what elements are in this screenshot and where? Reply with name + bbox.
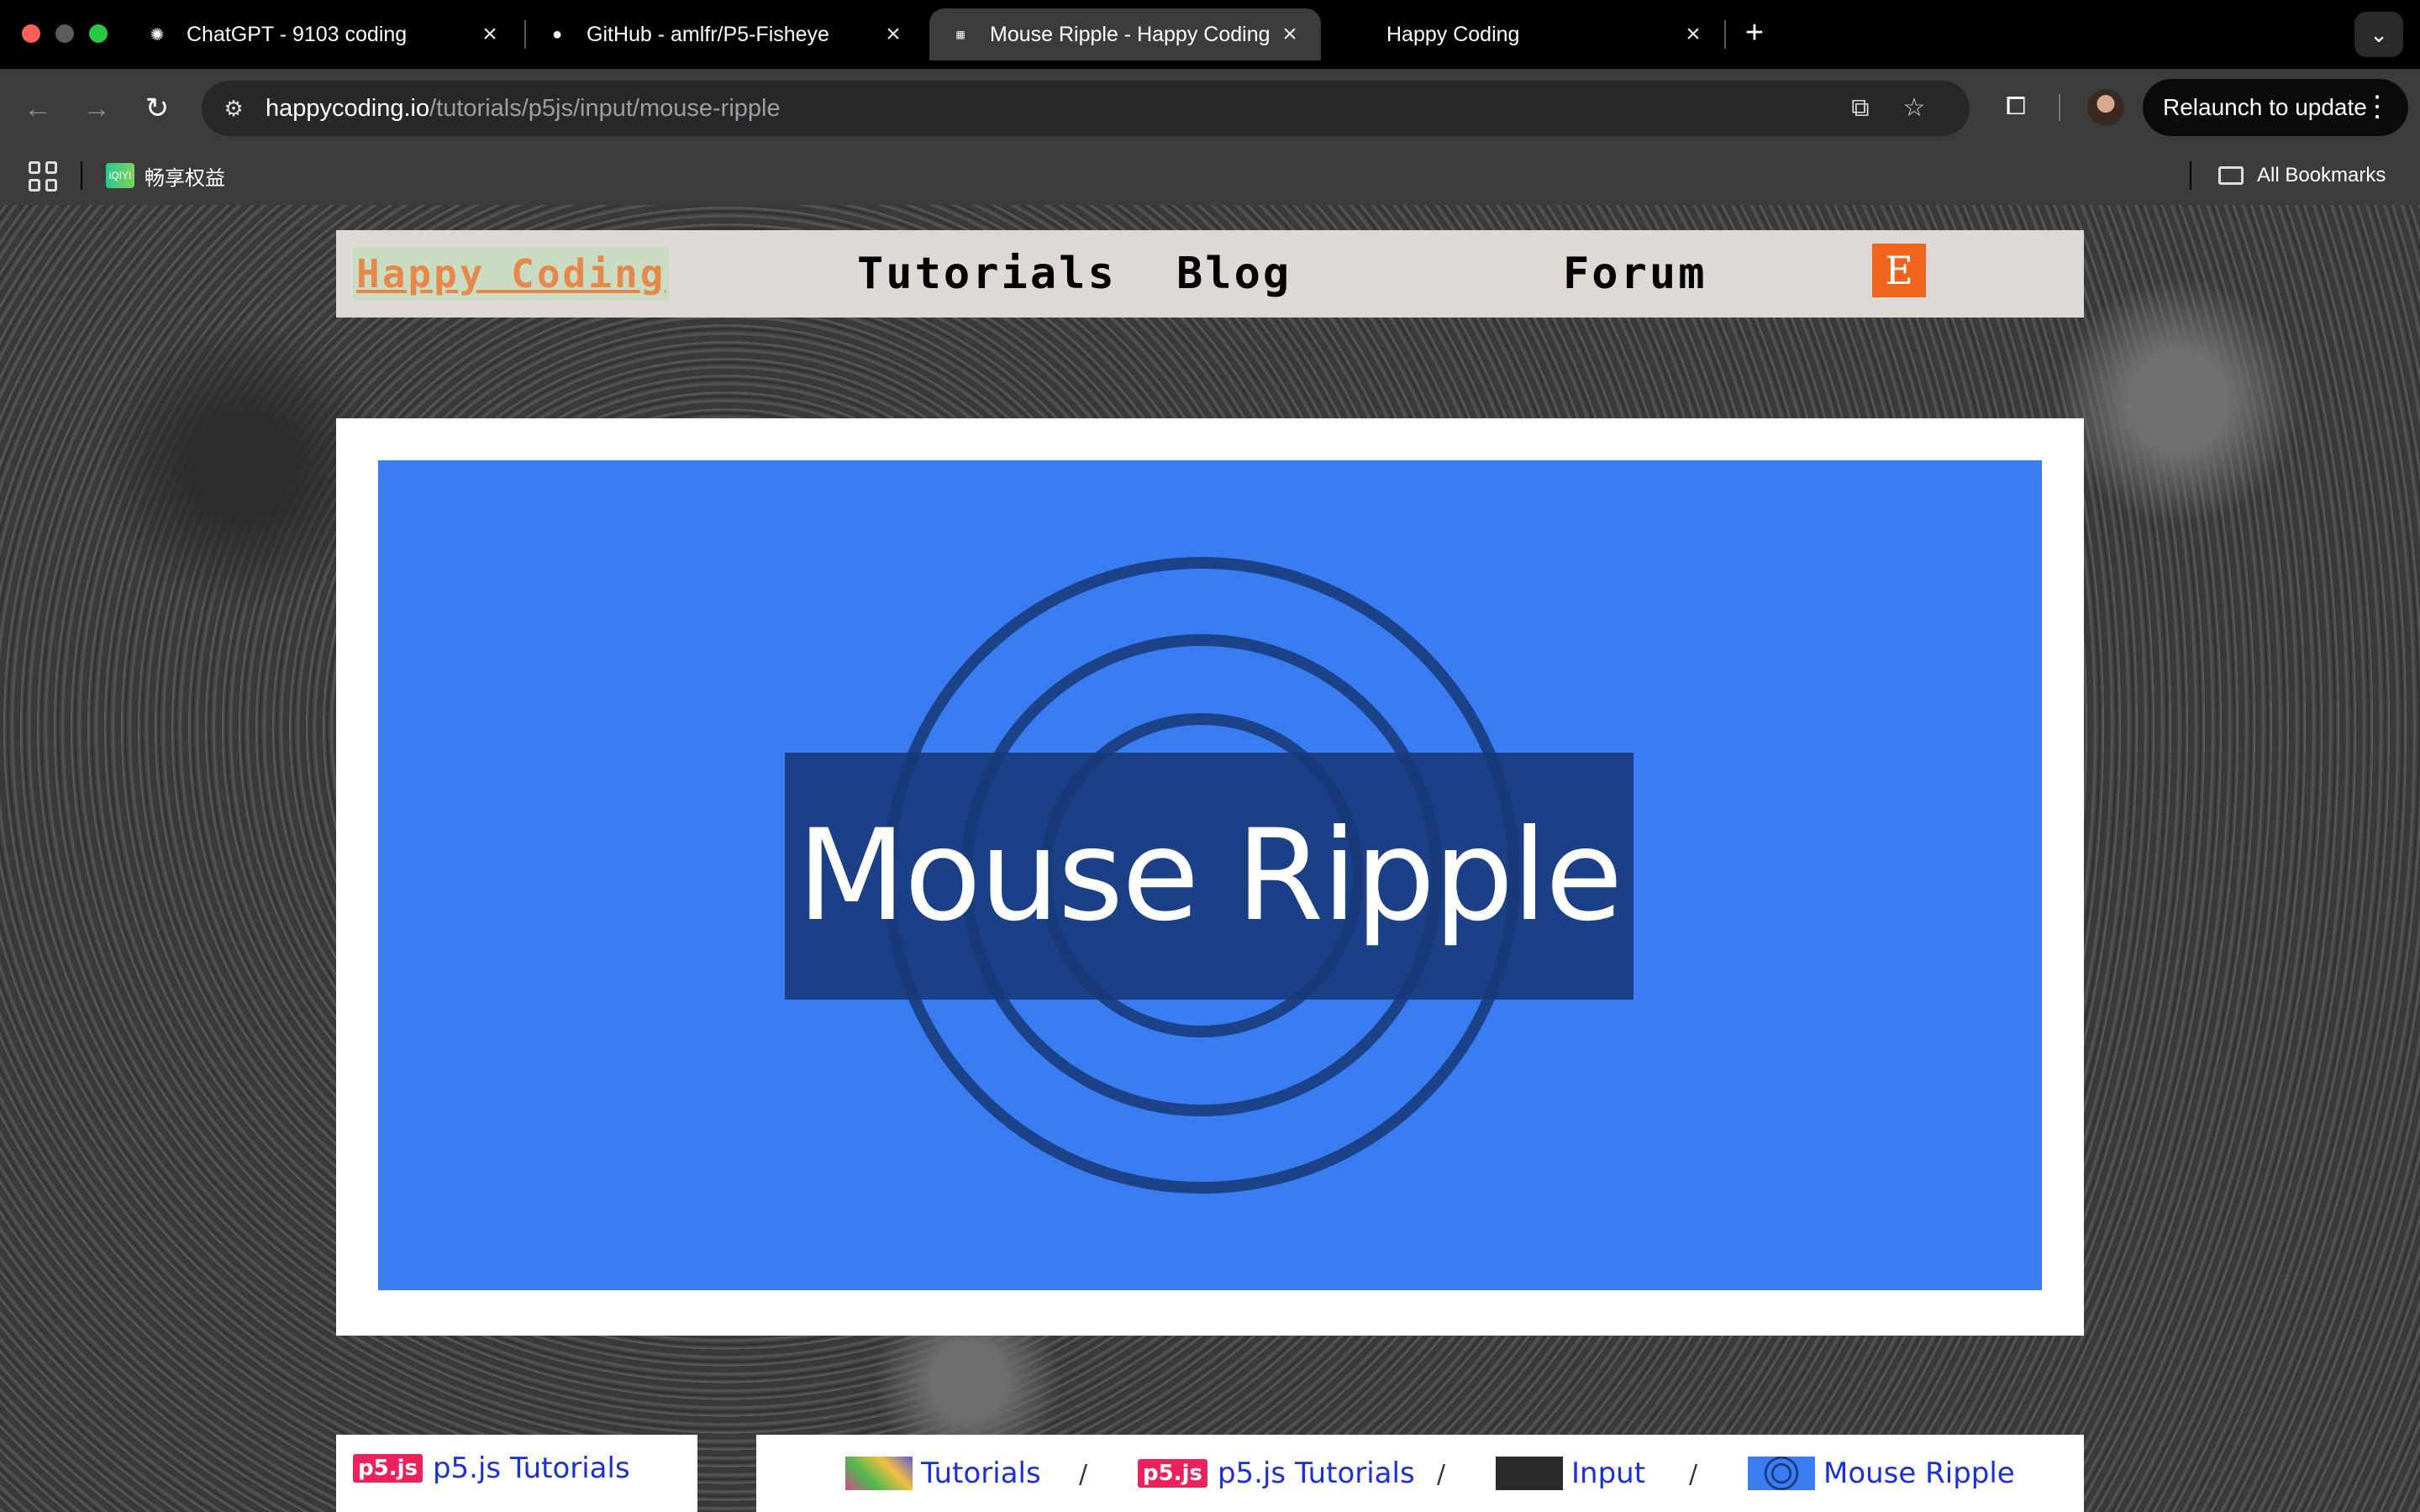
happy-coding-favicon: ▦ [955,29,965,40]
forward-button[interactable]: → [77,89,116,128]
tab-happy-coding[interactable]: Happy Coding × [1326,8,1724,60]
etsy-icon[interactable]: E [1872,244,1926,297]
bookmark-item[interactable]: iQIYI 畅享权益 [106,161,225,190]
input-thumbnail [1496,1457,1563,1490]
bookmark-star-icon[interactable]: ☆ [1897,92,1931,125]
site-logo[interactable]: Happy Coding [353,247,670,301]
openai-icon: ✺ [150,25,165,45]
tab-chatgpt[interactable]: ✺ ChatGPT - 9103 coding × [126,8,521,60]
minimize-window-button[interactable] [55,24,74,43]
relaunch-button[interactable]: Relaunch to update ⋮ [2143,79,2408,136]
tutorials-thumbnail [845,1457,913,1490]
bookmarks-bar: iQIYI 畅享权益 All Bookmarks [0,146,2420,205]
translate-icon[interactable]: ⧉ [1844,92,1877,125]
reload-button[interactable]: ↻ [138,89,176,128]
close-tab-icon[interactable]: × [881,20,906,49]
github-icon: ● [551,24,563,44]
new-tab-button[interactable]: + [1738,13,1771,52]
close-tab-icon[interactable]: × [1681,20,1706,49]
site-info-icon[interactable]: ⚙ [217,96,250,122]
page-title: Mouse Ripple [797,803,1623,949]
maximize-window-button[interactable] [89,24,108,43]
tab-strip: ✺ ChatGPT - 9103 coding × ● GitHub - aml… [0,0,2420,69]
mouse-ripple-thumbnail [1748,1457,1815,1490]
breadcrumb-tutorials[interactable]: Tutorials [845,1457,1041,1490]
close-tab-icon[interactable]: × [477,20,502,49]
breadcrumb-mouse-ripple[interactable]: Mouse Ripple [1748,1457,2015,1490]
hero-card: Mouse Ripple [336,418,2084,1336]
back-button[interactable]: ← [18,89,57,128]
site-header: Happy Coding Tutorials Blog Forum E [336,230,2084,318]
tab-mouse-ripple[interactable]: ▦ Mouse Ripple - Happy Coding × [929,8,1321,60]
page-content: Happy Coding Tutorials Blog Forum E Mous… [0,205,2420,1512]
folder-icon [2218,166,2244,185]
browser-toolbar: ← → ↻ ⚙ happycoding.io/tutorials/p5js/in… [0,69,2420,146]
apps-grid-icon[interactable] [29,161,59,192]
tab-github[interactable]: ● GitHub - amlfr/P5-Fisheye × [526,8,924,60]
breadcrumb-input[interactable]: Input [1496,1457,1645,1490]
close-window-button[interactable] [22,24,40,43]
url-text[interactable]: happycoding.io/tutorials/p5js/input/mous… [266,95,781,123]
hero-banner: Mouse Ripple [378,460,2042,1290]
p5js-logo: p5.js [1138,1459,1207,1488]
all-bookmarks-button[interactable]: All Bookmarks [2218,161,2386,190]
profile-avatar[interactable] [2087,89,2124,126]
bookmark-favicon: iQIYI [106,163,134,188]
breadcrumb-p5js-tutorials[interactable]: p5.js p5.js Tutorials [1138,1457,1415,1490]
extensions-icon[interactable]: ⧠ [1996,87,2035,126]
nav-tutorials[interactable]: Tutorials [857,249,1117,299]
nav-forum[interactable]: Forum [1563,249,1707,299]
tab-search-button[interactable]: ⌄ [2354,12,2403,57]
sidebar-card: p5.js p5.js Tutorials [336,1435,697,1512]
sidebar-link-p5js-tutorials[interactable]: p5.js p5.js Tutorials [353,1452,630,1485]
hero-title-box: Mouse Ripple [785,753,1634,1000]
menu-icon[interactable]: ⋮ [2363,90,2391,123]
breadcrumb: Tutorials / p5.js p5.js Tutorials / Inpu… [756,1435,2084,1512]
address-bar[interactable]: ⚙ happycoding.io/tutorials/p5js/input/mo… [202,81,1970,136]
nav-blog[interactable]: Blog [1176,249,1292,299]
close-tab-icon[interactable]: × [1277,20,1302,49]
blank-favicon [1346,24,1368,45]
p5js-logo: p5.js [353,1454,423,1483]
